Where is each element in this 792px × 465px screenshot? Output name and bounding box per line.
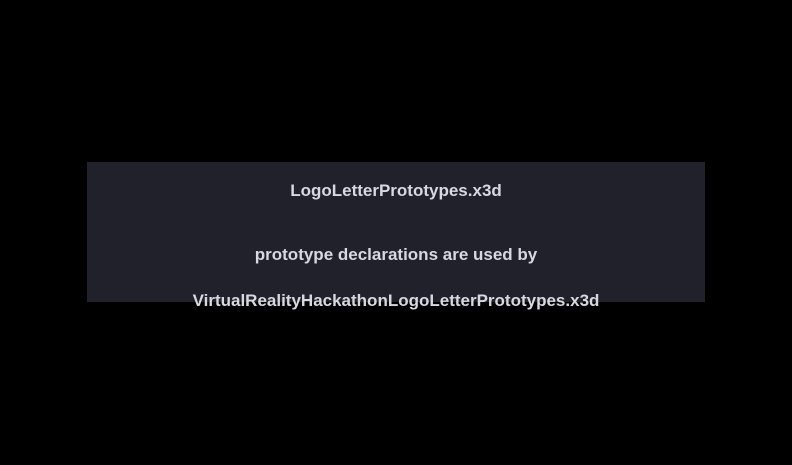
x3d-viewport[interactable]: LogoLetterPrototypes.x3d prototype decla…	[0, 0, 792, 465]
used-by-filename: VirtualRealityHackathonLogoLetterPrototy…	[192, 291, 600, 310]
scene-title: LogoLetterPrototypes.x3d	[290, 181, 502, 200]
scene-description: prototype declarations are used by	[254, 245, 538, 264]
